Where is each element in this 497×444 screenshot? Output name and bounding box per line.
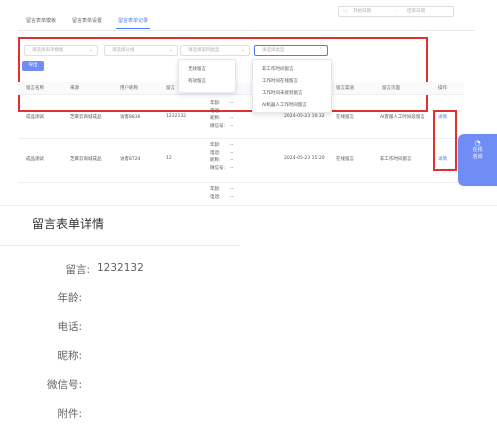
form-template-select[interactable]: 请选择表单模板 ⌄ — [24, 45, 98, 56]
tab-bar: 留言表单模板 留言表单设置 留言表单记录 — [18, 14, 156, 29]
date-end[interactable]: 结束日期 — [407, 7, 425, 16]
field-age-label: 年龄: — [57, 292, 82, 304]
row-name: 成品测试 — [26, 115, 44, 120]
dropdown-option[interactable]: 非工作时间留言 — [253, 64, 331, 76]
tab-form-settings[interactable]: 留言表单设置 — [64, 14, 110, 28]
records-panel: 留言表单模板 留言表单设置 留言表单记录 请选择表单模板 ⌄ 请选择分组 ⌄ 请… — [0, 0, 497, 205]
field-wechat-label: 微信号: — [46, 379, 82, 391]
chat-icon: ◔ — [474, 139, 481, 147]
col-message: 留言 — [166, 86, 175, 91]
tab-form-records[interactable]: 留言表单记录 — [110, 14, 156, 29]
detail-line: 微信号: -- — [210, 123, 234, 129]
row-source: 芝麻云商城成品 — [70, 115, 102, 120]
col-nickname: 用户昵称 — [120, 86, 138, 91]
row-time: 2024-05-23 16:32 — [284, 114, 325, 119]
detail-line: 年龄: -- — [210, 143, 234, 148]
valid-dropdown: 无效留言 有效留言 — [178, 59, 236, 93]
tab-form-template[interactable]: 留言表单模板 — [18, 14, 64, 28]
tab-divider — [18, 30, 475, 31]
chevron-down-icon: ⌄ — [168, 47, 173, 53]
chevron-up-icon: ⌃ — [318, 47, 323, 53]
dropdown-option[interactable]: AI机器人工作时间留言 — [253, 100, 331, 112]
case-type-select[interactable]: 请选择案例类型 ⌄ — [180, 45, 250, 56]
dialog-header: 留言表单详情 — [0, 206, 240, 246]
dropdown-option[interactable]: 有效留言 — [179, 76, 235, 88]
chevron-down-icon: ⌄ — [240, 47, 245, 53]
action-highlight-box — [433, 110, 457, 171]
col-source: 来源 — [70, 86, 79, 91]
dropdown-option[interactable]: 工作时间在线留言 — [253, 76, 331, 88]
row-divider — [18, 182, 464, 183]
row-page: AI客服人工时间段留言 — [380, 115, 425, 120]
detail-line: 微信号: -- — [210, 165, 234, 171]
detail-line: 电话: -- — [210, 108, 234, 114]
export-button[interactable]: 导出 — [22, 61, 44, 71]
detail-line: 年龄: -- — [210, 187, 234, 192]
detail-line: 年龄: -- — [210, 101, 234, 106]
detail-line: 昵称: -- — [210, 158, 234, 163]
row-page: 非工作时间留言 — [380, 157, 412, 162]
consult-line: 咨询 — [472, 154, 483, 160]
chevron-down-icon: ⌄ — [88, 47, 93, 53]
consult-line: 在线 — [472, 147, 483, 153]
dropdown-option[interactable]: 无效留言 — [179, 64, 235, 76]
col-channel: 留言渠道 — [336, 86, 354, 91]
row-message: 12 — [166, 156, 172, 161]
calendar-icon: ▭ — [343, 8, 348, 14]
group-select[interactable]: 请选择分组 ⌄ — [104, 45, 178, 56]
col-page: 留言页面 — [382, 86, 400, 91]
form-template-placeholder: 请选择表单模板 — [32, 48, 64, 53]
field-nickname-label: 昵称: — [57, 350, 82, 362]
case-type-placeholder: 请选择案例类型 — [188, 48, 220, 53]
row-details: 年龄: -- 电话: -- 昵称: -- 微信号: -- — [210, 100, 233, 130]
detail-line: 电话: -- — [210, 150, 234, 156]
detail-dialog: 留言表单详情 留言: 1232132 年龄: 电话: 昵称: 微信号: 附件: — [0, 206, 497, 444]
row-nickname: 访客8836 — [120, 115, 141, 120]
date-start[interactable]: 开始日期 — [353, 7, 371, 16]
row-time: 2024-05-23 15:20 — [284, 156, 325, 161]
row-name: 成品测试 — [26, 157, 44, 162]
col-name: 留言名称 — [26, 86, 44, 91]
dialog-title: 留言表单详情 — [32, 217, 105, 231]
row-source: 芝麻云商城成品 — [70, 157, 102, 162]
field-message-label: 留言: — [65, 264, 90, 276]
col-action: 操作 — [438, 86, 447, 91]
sub-type-placeholder: 请选择类型 — [262, 48, 285, 53]
online-consult-button[interactable]: ◔ 在线 咨询 — [458, 134, 497, 186]
row-details: 年龄: -- 电话: -- 昵称: -- 微信号: -- — [210, 142, 233, 172]
row-channel: 在线留言 — [336, 157, 354, 162]
detail-line: 电话: -- — [210, 194, 234, 200]
date-range-picker[interactable]: ▭ 开始日期 - 结束日期 — [338, 6, 454, 17]
field-phone-label: 电话: — [57, 321, 82, 333]
table-row: 年龄: -- 电话: -- — [18, 186, 464, 204]
sub-type-select[interactable]: 请选择类型 ⌃ — [254, 45, 328, 56]
field-message-value: 1232132 — [97, 262, 144, 274]
group-placeholder: 请选择分组 — [112, 48, 135, 53]
row-channel: 在线留言 — [336, 115, 354, 120]
table-row: 成品测试 芝麻云商城成品 访客8724 12 年龄: -- 电话: -- 昵称: --… — [18, 142, 464, 182]
field-attachment-label: 附件: — [57, 408, 82, 420]
row-divider — [18, 138, 464, 139]
row-nickname: 访客8724 — [120, 157, 141, 162]
source-dropdown: 非工作时间留言 工作时间在线留言 工作时间未接到留言 AI机器人工作时间留言 — [252, 59, 332, 113]
row-message: 1232132 — [166, 114, 187, 119]
dropdown-option[interactable]: 工作时间未接到留言 — [253, 88, 331, 100]
row-details: 年龄: -- 电话: -- — [210, 186, 233, 201]
date-separator: - — [394, 9, 396, 14]
detail-line: 昵称: -- — [210, 116, 234, 121]
table-header: 留言名称 来源 用户昵称 留言 留言内容 留言时间 留言渠道 留言页面 操作 — [18, 83, 464, 95]
